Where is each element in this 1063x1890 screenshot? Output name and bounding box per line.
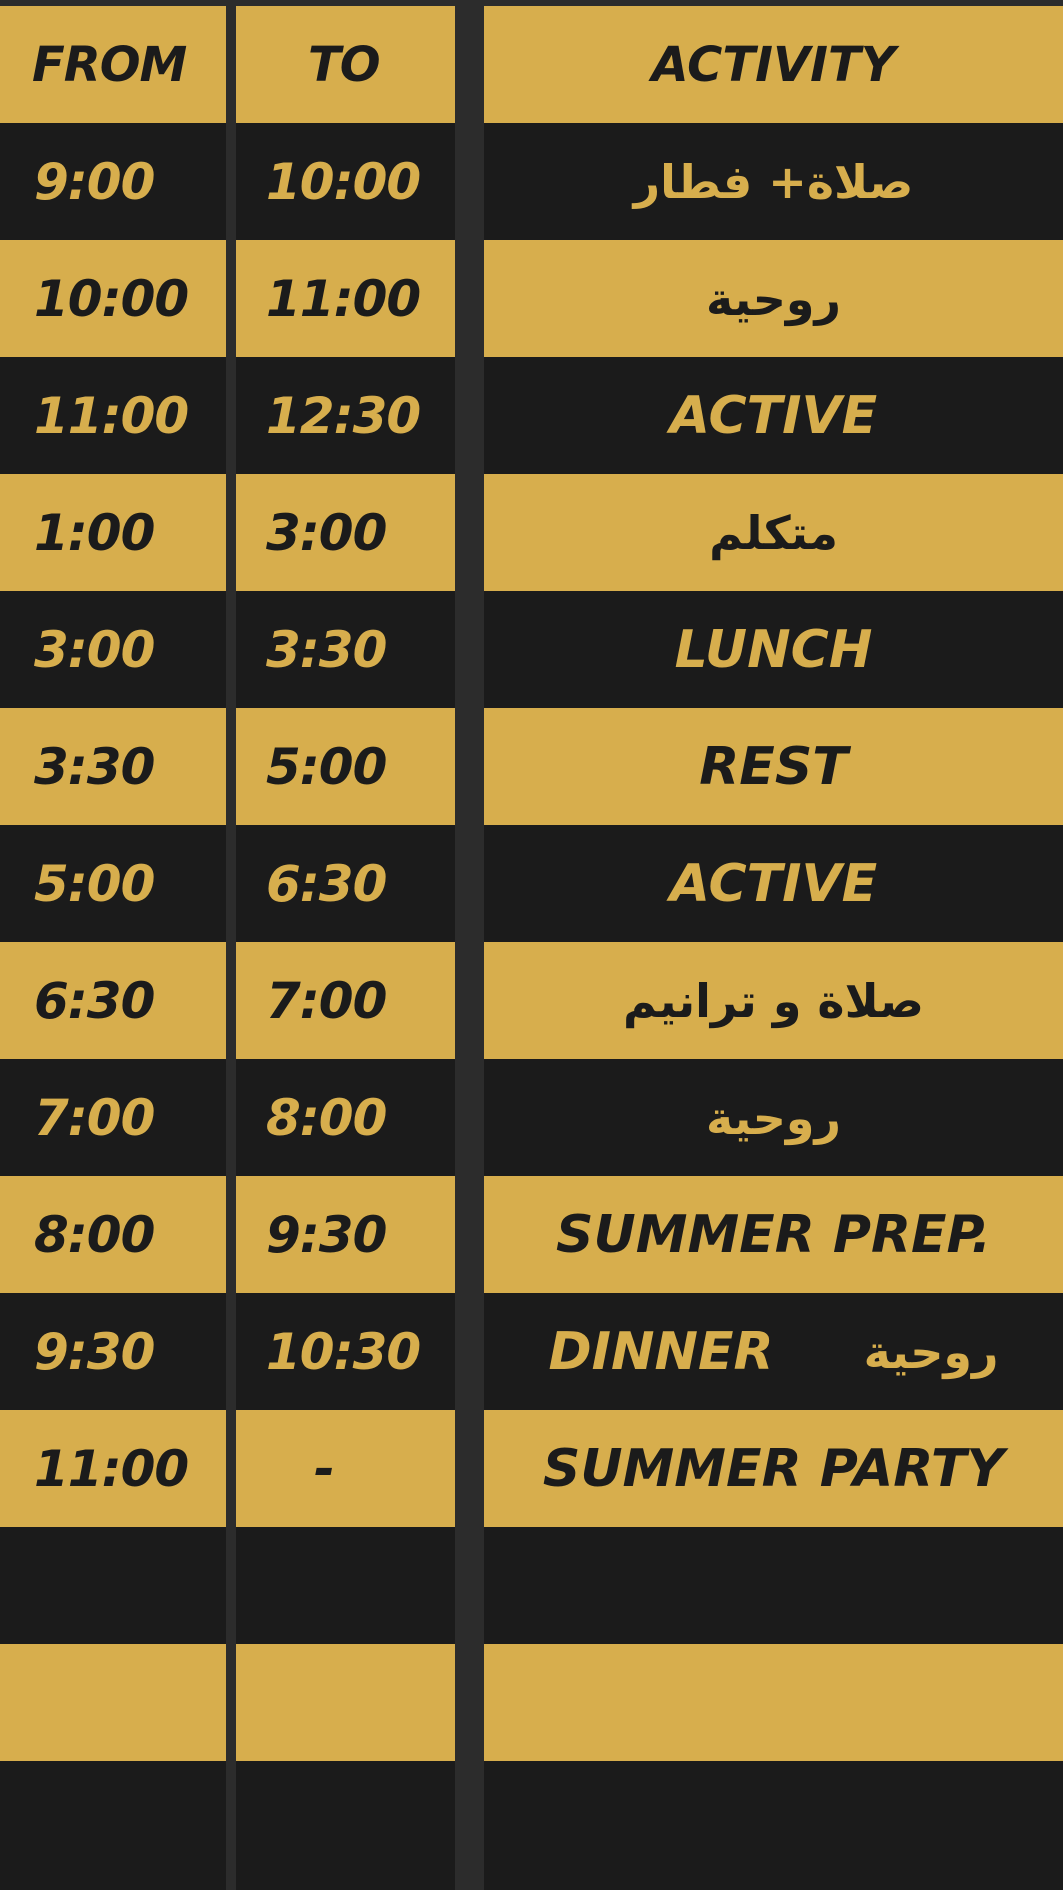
activity-label: REST — [484, 708, 1063, 825]
to-time — [236, 1644, 455, 1761]
from-time — [0, 1527, 226, 1644]
from-time: 9:00 — [0, 123, 226, 240]
table-row: 7:00 8:00 روحية — [0, 1059, 1063, 1176]
activity-label: DINNER — [548, 1321, 774, 1382]
from-time: 8:00 — [0, 1176, 226, 1293]
activity-label — [484, 1527, 1063, 1644]
from-time: 7:00 — [0, 1059, 226, 1176]
from-time — [0, 1644, 226, 1761]
to-time: 6:30 — [236, 825, 455, 942]
activity-label: صلاة و ترانيم — [484, 942, 1063, 1059]
activity-label: LUNCH — [484, 591, 1063, 708]
table-row-empty — [0, 1761, 1063, 1890]
header-to: TO — [236, 6, 455, 123]
to-time: 10:00 — [236, 123, 455, 240]
from-time: 3:00 — [0, 591, 226, 708]
activity-label: ACTIVE — [484, 357, 1063, 474]
to-time: 10:30 — [236, 1293, 455, 1410]
to-time — [236, 1527, 455, 1644]
activity-label: روحية — [484, 240, 1063, 357]
to-time — [236, 1761, 455, 1890]
activity-extra-label: روحية — [863, 1324, 999, 1379]
activity-label — [484, 1644, 1063, 1761]
to-time: 3:00 — [236, 474, 455, 591]
activity-label: ACTIVE — [484, 825, 1063, 942]
from-time: 11:00 — [0, 357, 226, 474]
activity-label: SUMMER PARTY — [484, 1410, 1063, 1527]
table-row: 6:30 7:00 صلاة و ترانيم — [0, 942, 1063, 1059]
table-row: 8:00 9:30 SUMMER PREP. — [0, 1176, 1063, 1293]
to-time: 8:00 — [236, 1059, 455, 1176]
header-from: FROM — [0, 6, 226, 123]
activity-label: روحية — [484, 1059, 1063, 1176]
table-row: 1:00 3:00 متكلم — [0, 474, 1063, 591]
from-time: 6:30 — [0, 942, 226, 1059]
table-row-empty — [0, 1644, 1063, 1761]
to-time: - — [236, 1410, 455, 1527]
activity-cell: DINNER روحية — [484, 1293, 1063, 1410]
to-time: 5:00 — [236, 708, 455, 825]
table-row: 11:00 - SUMMER PARTY — [0, 1410, 1063, 1527]
schedule-table: FROM TO ACTIVITY 9:00 10:00 صلاة+ فطار 1… — [0, 0, 1063, 1890]
table-row: 10:00 11:00 روحية — [0, 240, 1063, 357]
to-time: 12:30 — [236, 357, 455, 474]
header-row: FROM TO ACTIVITY — [0, 6, 1063, 123]
activity-label — [484, 1761, 1063, 1890]
activity-label: صلاة+ فطار — [484, 123, 1063, 240]
to-time: 9:30 — [236, 1176, 455, 1293]
table-row: 3:00 3:30 LUNCH — [0, 591, 1063, 708]
table-row: 9:00 10:00 صلاة+ فطار — [0, 123, 1063, 240]
table-row-empty — [0, 1527, 1063, 1644]
activity-label: SUMMER PREP. — [484, 1176, 1063, 1293]
table-row: 3:30 5:00 REST — [0, 708, 1063, 825]
from-time: 1:00 — [0, 474, 226, 591]
table-row: 9:30 10:30 DINNER روحية — [0, 1293, 1063, 1410]
to-time: 3:30 — [236, 591, 455, 708]
from-time: 9:30 — [0, 1293, 226, 1410]
from-time: 10:00 — [0, 240, 226, 357]
from-time: 11:00 — [0, 1410, 226, 1527]
from-time — [0, 1761, 226, 1890]
activity-label: متكلم — [484, 474, 1063, 591]
table-row: 11:00 12:30 ACTIVE — [0, 357, 1063, 474]
table-row: 5:00 6:30 ACTIVE — [0, 825, 1063, 942]
from-time: 5:00 — [0, 825, 226, 942]
to-time: 7:00 — [236, 942, 455, 1059]
header-activity: ACTIVITY — [484, 6, 1063, 123]
from-time: 3:30 — [0, 708, 226, 825]
to-time: 11:00 — [236, 240, 455, 357]
